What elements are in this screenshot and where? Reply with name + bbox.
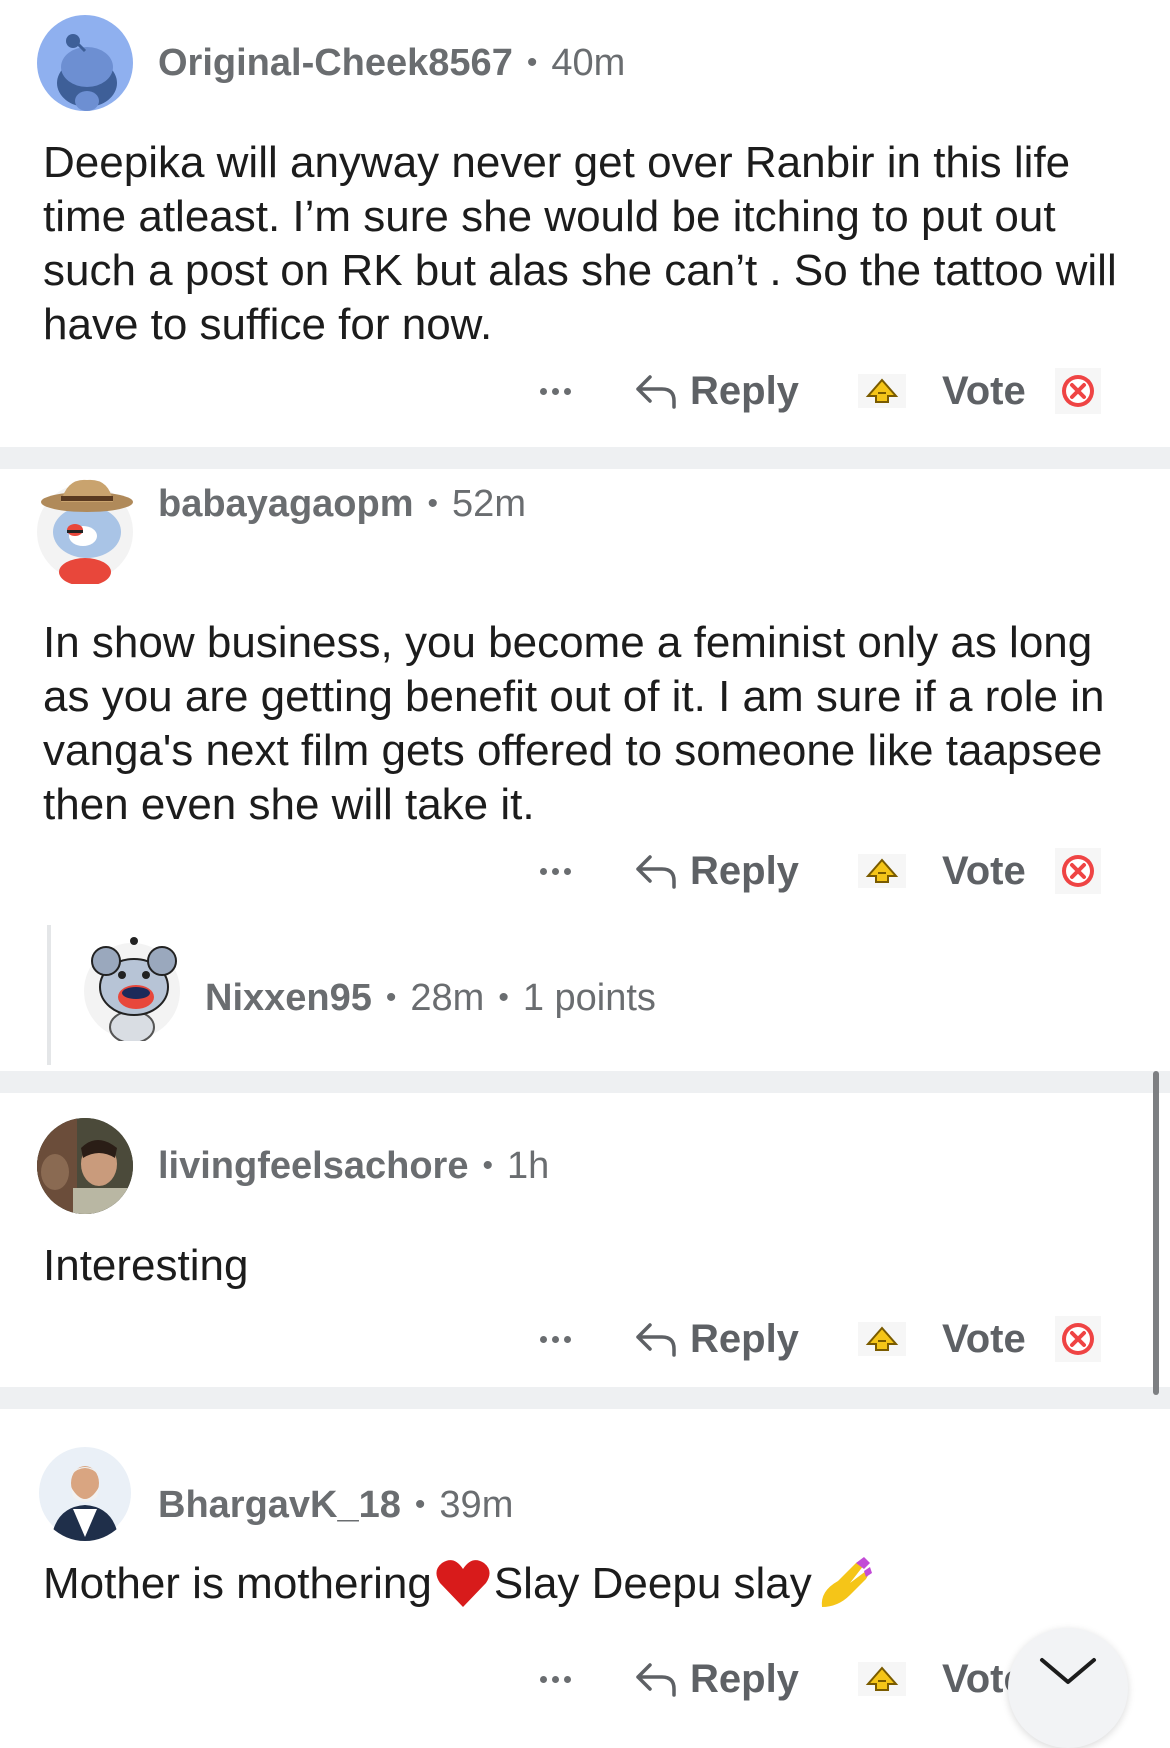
vote-label: Vote [942,368,1026,413]
reply-label: Reply [690,1656,799,1701]
username[interactable]: babayagaopm [158,483,414,526]
avatar[interactable] [37,479,133,584]
username[interactable]: BhargavK_18 [158,1484,401,1527]
downvote-button[interactable] [1055,363,1101,419]
reply-meta: Nixxen95 • 28m • 1 points [205,973,656,1023]
comment-meta: babayagaopm • 52m [158,479,526,529]
upvote-button[interactable] [858,363,906,419]
avatar[interactable] [37,1118,133,1214]
scrollbar[interactable] [1153,1071,1159,1395]
upvote-arrow-icon [858,374,906,408]
comment-1: Original-Cheek8567 • 40m Deepika will an… [0,0,1170,445]
username[interactable]: Nixxen95 [205,977,372,1020]
comment-points: 1 points [522,976,656,1019]
more-dots-icon [540,1675,547,1683]
comment-separator [0,447,1170,469]
comment-text: Interesting [43,1241,249,1290]
nail-polish-icon [821,1557,872,1607]
upvote-arrow-icon [858,1322,906,1356]
downvote-x-icon [1055,368,1101,414]
reply-label: Reply [690,848,799,893]
username[interactable]: livingfeelsachore [158,1145,468,1188]
comment-text: Deepika will anyway never get over Ranbi… [43,138,1117,349]
vote-label: Vote [942,1316,1026,1361]
more-dots-icon [540,1335,547,1343]
downvote-button[interactable] [1055,843,1101,899]
comment-meta: Original-Cheek8567 • 40m [158,38,625,88]
comment-separator [0,1071,1170,1093]
comment-actions: Reply Vote [540,843,1101,899]
reply-button[interactable]: Reply [634,363,799,419]
comment-3: livingfeelsachore • 1h Interesting Reply… [0,1093,1170,1385]
avatar[interactable] [84,937,180,1041]
reply-button[interactable]: Reply [634,1311,799,1367]
comment-separator [0,1387,1170,1409]
comment-age: 28m [410,976,485,1019]
scroll-down-button[interactable] [1008,1628,1128,1748]
more-options-button[interactable] [540,363,584,419]
reply-button[interactable]: Reply [634,843,799,899]
reply-label: Reply [690,368,799,413]
chevron-down-icon [1040,1658,1096,1684]
reply-label: Reply [690,1316,799,1361]
vote-label: Vote [942,848,1026,893]
more-options-button[interactable] [540,843,584,899]
reply-arrow-icon [636,855,676,889]
downvote-x-icon [1055,848,1101,894]
red-heart-icon [436,1560,490,1607]
reply-arrow-icon [636,1663,676,1697]
comment-2: babayagaopm • 52m In show business, you … [0,469,1170,1069]
comment-age: 52m [452,482,526,525]
upvote-arrow-icon [858,1662,906,1696]
comment-actions: Reply Vote [540,363,1101,419]
more-dots-icon [540,867,547,875]
downvote-button[interactable] [1055,1311,1101,1367]
thread-line [47,925,51,1065]
comment-meta: livingfeelsachore • 1h [158,1141,549,1191]
comment-actions: Reply Vote [540,1311,1101,1367]
more-options-button[interactable] [540,1651,584,1707]
comment-text: Mother is mothering Slay Deepu slay [43,1557,1133,1611]
meta-separator: • [526,46,538,79]
reply-button[interactable]: Reply [634,1651,799,1707]
meta-separator: • [482,1149,493,1182]
reply-arrow-icon [636,375,676,409]
meta-separator: • [427,487,439,520]
more-dots-icon [540,387,547,395]
upvote-button[interactable] [858,843,906,899]
username[interactable]: Original-Cheek8567 [158,42,513,85]
downvote-x-icon [1055,1316,1101,1362]
avatar[interactable] [37,1445,133,1541]
avatar[interactable] [37,15,133,111]
comment-age: 39m [439,1483,514,1526]
comment-text-part: Slay Deepu slay [493,1559,812,1608]
comment-age: 40m [551,41,626,84]
reply-arrow-icon [636,1323,676,1357]
comment-meta: BhargavK_18 • 39m [158,1480,513,1530]
meta-separator: • [385,981,397,1014]
comment-age: 1h [506,1144,550,1187]
upvote-button[interactable] [858,1311,906,1367]
comment-text: In show business, you become a feminist … [43,618,1105,829]
more-options-button[interactable] [540,1311,584,1367]
meta-separator: • [498,981,509,1014]
upvote-arrow-icon [858,854,906,888]
meta-separator: • [414,1488,426,1521]
upvote-button[interactable] [858,1651,906,1707]
comment-4: BhargavK_18 • 39m Mother is mothering Sl… [0,1409,1170,1704]
comment-text-part: Mother is mothering [43,1559,432,1608]
